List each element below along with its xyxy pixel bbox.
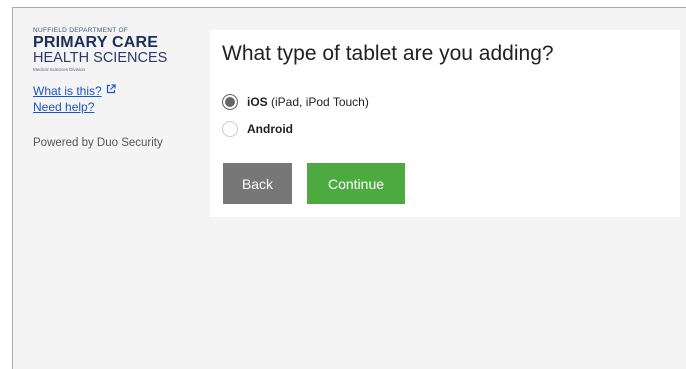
option-ios-detail: (iPad, iPod Touch) (267, 95, 369, 109)
page-title: What type of tablet are you adding? (222, 42, 554, 65)
need-help-link[interactable]: Need help? (33, 99, 203, 115)
radio-ios[interactable] (222, 94, 238, 110)
option-ios-label: iOS (iPad, iPod Touch) (247, 95, 369, 109)
organization-logo: NUFFIELD DEPARTMENT OF PRIMARY CARE HEAL… (33, 27, 203, 73)
logo-primary-care: PRIMARY CARE (33, 34, 159, 51)
logo-health-sciences: HEALTH SCIENCES (33, 50, 168, 66)
powered-by-text: Powered by Duo Security (33, 137, 163, 149)
continue-button[interactable]: Continue (307, 163, 405, 204)
external-link-icon (106, 82, 116, 98)
what-is-this-label: What is this? (33, 84, 102, 98)
device-type-card: What type of tablet are you adding? iOS … (210, 30, 680, 217)
logo-division: Medical Sciences Division (33, 67, 86, 72)
duo-frame: NUFFIELD DEPARTMENT OF PRIMARY CARE HEAL… (12, 7, 686, 369)
back-button[interactable]: Back (223, 163, 292, 204)
what-is-this-link[interactable]: What is this? (33, 82, 203, 99)
option-ios[interactable]: iOS (iPad, iPod Touch) (222, 93, 369, 111)
option-android[interactable]: Android (222, 120, 293, 138)
radio-android[interactable] (222, 121, 238, 137)
option-android-label: Android (247, 122, 293, 136)
sidebar: NUFFIELD DEPARTMENT OF PRIMARY CARE HEAL… (33, 8, 203, 149)
option-android-name: Android (247, 122, 293, 136)
option-ios-name: iOS (247, 95, 268, 109)
